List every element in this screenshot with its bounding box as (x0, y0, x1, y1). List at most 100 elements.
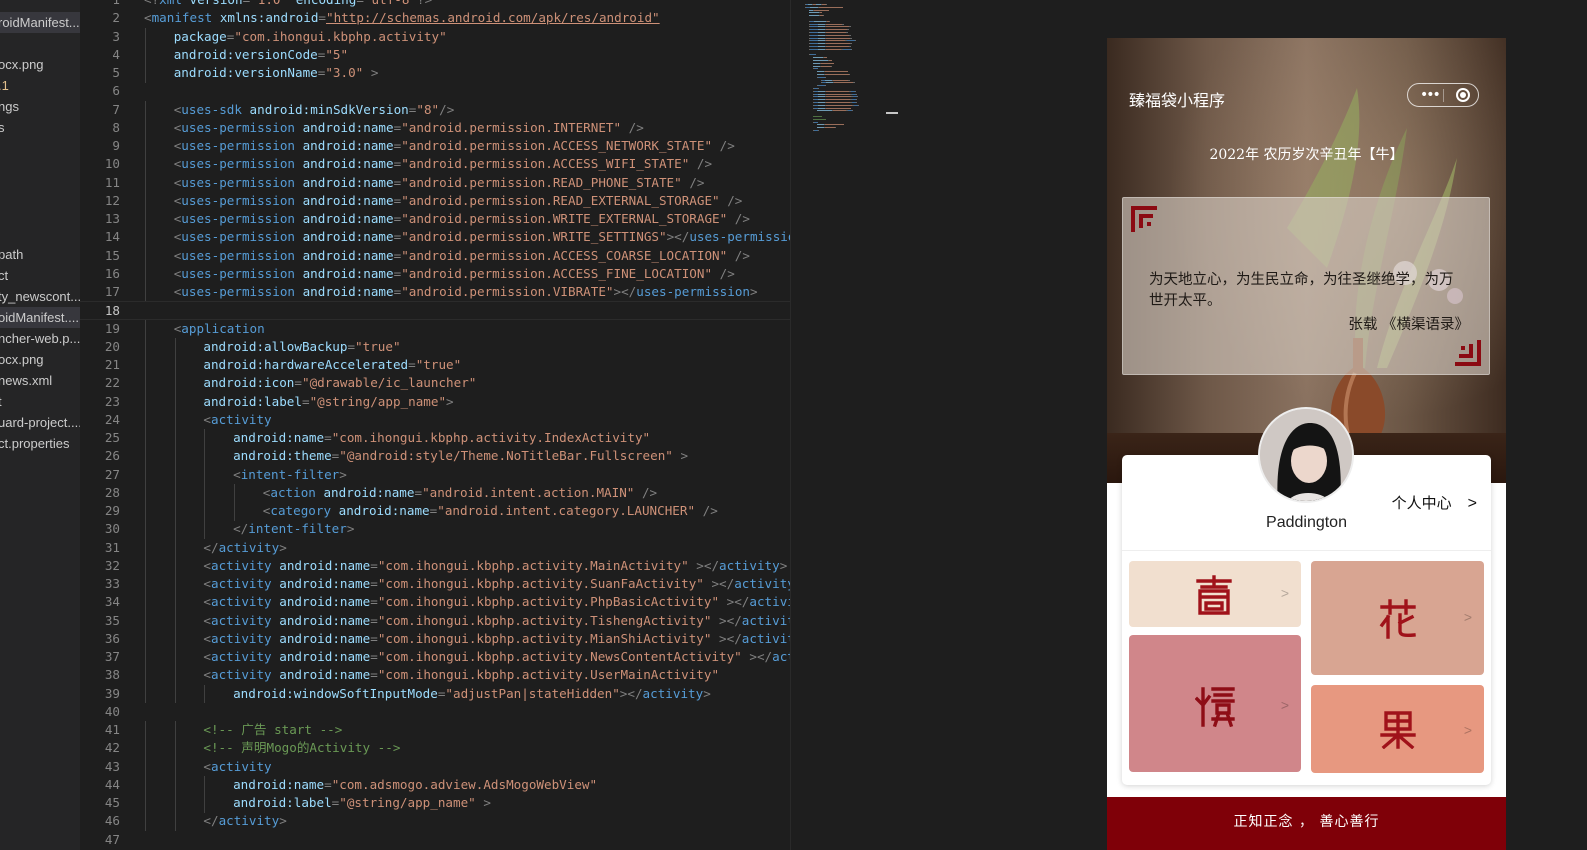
code-token: "http://schemas.android.com/apk/res/andr… (326, 10, 660, 26)
explorer-file-item[interactable]: ncher-web.p... (0, 328, 80, 349)
code-line[interactable]: 18 (80, 301, 790, 320)
code-line[interactable]: 13 <uses-permission android:name="android… (80, 210, 790, 229)
minimap-mark (835, 127, 836, 129)
indent-guide (145, 118, 146, 138)
code-line[interactable]: 38 <activity android:name="com.ihongui.kb… (80, 666, 790, 685)
explorer-file-item[interactable]: news.xml (0, 370, 80, 391)
explorer-file-item[interactable]: ocx.png (0, 349, 80, 370)
code-line[interactable]: 21 android:hardwareAccelerated="true" (80, 356, 790, 375)
code-line[interactable]: 2 <manifest xmlns:android="http://schemas… (80, 9, 790, 28)
code-token: /> (712, 138, 735, 153)
explorer-file-item[interactable]: ct (0, 265, 80, 286)
code-line[interactable]: 4 android:versionCode="5" (80, 45, 790, 65)
explorer-file-item[interactable]: ct.properties (0, 433, 80, 454)
line-number: 16 (104, 265, 120, 281)
code-line[interactable]: 32 <activity android:name="com.ihongui.kb… (80, 556, 790, 576)
code-token: < (203, 667, 211, 683)
mini-program-capsule[interactable]: ••• (1407, 83, 1479, 107)
code-token: encoding (288, 0, 357, 7)
code-token: "com.adsmogo.adview.AdsMogoWebView" (331, 776, 598, 792)
minimap-mark (810, 54, 816, 56)
code-line[interactable]: 27 <intent-filter> (80, 465, 790, 484)
tile-hua[interactable]: > (1311, 561, 1484, 675)
code-token: > (446, 393, 454, 409)
code-line[interactable]: 33 <activity android:name="com.ihongui.kb… (80, 575, 790, 594)
code-line[interactable]: 5 android:versionName="3.0" > (80, 64, 790, 83)
code-line[interactable]: 8 <uses-permission android:name="android.… (80, 118, 790, 138)
code-line[interactable]: 25 android:name="com.ihongui.kbphp.activi… (80, 429, 790, 448)
tile-guo[interactable]: > (1311, 685, 1484, 773)
explorer-file-item[interactable]: roidManifest... (0, 12, 80, 33)
code-token: "@string/app_name" (339, 795, 476, 810)
code-line[interactable]: 6 (80, 82, 790, 101)
code-line[interactable]: 24 <activity (80, 410, 790, 430)
code-line[interactable]: 7 <uses-sdk android:minSdkVersion="8"/> (80, 100, 790, 119)
indent-guide (145, 191, 146, 211)
code-line[interactable]: 3 package="com.ihongui.kbphp.activity" (80, 27, 790, 46)
tile-deng[interactable]: > (1129, 635, 1301, 772)
personal-center-link[interactable]: 个人中心 > (1392, 492, 1477, 513)
code-line[interactable]: 34 <activity android:name="com.ihongui.kb… (80, 593, 790, 612)
code-line[interactable]: 47 (80, 831, 790, 850)
minimap-mark (809, 12, 819, 14)
explorer-file-item[interactable]: .1 (0, 75, 80, 96)
code-line[interactable]: 37 <activity android:name="com.ihongui.kb… (80, 648, 790, 667)
code-line[interactable]: 15 <uses-permission android:name="android… (80, 246, 790, 265)
explorer-file-item[interactable]: ocx.png (0, 54, 80, 75)
indent-guide (145, 319, 146, 338)
explorer-file-item[interactable]: ngs (0, 96, 80, 117)
explorer-file-item[interactable]: oidManifest.... (0, 307, 80, 328)
code-line[interactable]: 46 </activity> (80, 812, 790, 831)
code-line[interactable]: 20 android:allowBackup="true" (80, 337, 790, 357)
code-line[interactable]: 9 <uses-permission android:name="android.… (80, 137, 790, 156)
code-line[interactable]: 19 <application (80, 319, 790, 338)
code-line[interactable]: 26 android:theme="@android:style/Theme.No… (80, 447, 790, 466)
indent-guide (145, 593, 146, 612)
code-line[interactable]: 30 </intent-filter> (80, 520, 790, 539)
code-line[interactable]: 12 <uses-permission android:name="android… (80, 191, 790, 211)
target-circle-icon[interactable] (1456, 88, 1470, 102)
code-line[interactable]: 28 <action android:name="android.intent.a… (80, 483, 790, 503)
code-line[interactable]: 11 <uses-permission android:name="android… (80, 173, 790, 192)
tile-xiang[interactable]: > (1129, 561, 1301, 627)
code-line[interactable]: 22 android:icon="@drawable/ic_launcher" (80, 374, 790, 393)
code-line[interactable]: 16 <uses-permission android:name="android… (80, 264, 790, 284)
code-token: android:name (295, 247, 394, 263)
indent-guide (174, 465, 176, 484)
code-line[interactable]: 14 <uses-permission android:name="android… (80, 228, 790, 247)
code-line[interactable]: 42 <!-- 声明Mogo的Activity --> (80, 739, 790, 758)
minimap-mark (826, 96, 851, 98)
code-line[interactable]: 41 <!-- 广告 start --> (80, 721, 790, 740)
code-line[interactable]: 31 </activity> (80, 538, 790, 557)
code-line[interactable]: 1<?xml version="1.0" encoding="utf-8"?> (80, 0, 790, 10)
code-line[interactable]: 35 <activity android:name="com.ihongui.kb… (80, 611, 790, 630)
minimap[interactable] (790, 0, 899, 850)
code-line[interactable]: 44 android:name="com.adsmogo.adview.AdsMo… (80, 775, 790, 795)
explorer-file-item[interactable]: uard-project.... (0, 412, 80, 433)
code-token: activity (210, 758, 272, 774)
code-line[interactable]: 45 android:label="@string/app_name" > (80, 794, 790, 813)
minimap-mark (818, 96, 825, 98)
indent-guide (174, 629, 176, 649)
line-number: 30 (104, 521, 120, 537)
explorer-file-item[interactable]: ty_newscont... (0, 286, 80, 307)
line-number: 2 (112, 10, 120, 26)
code-line[interactable]: 10 <uses-permission android:name="android… (80, 155, 790, 174)
indent-guide (145, 629, 146, 649)
avatar[interactable] (1258, 407, 1354, 503)
code-line[interactable]: 23 android:label="@string/app_name"> (80, 392, 790, 411)
code-line[interactable]: 36 <activity android:name="com.ihongui.kb… (80, 629, 790, 649)
code-token: uses-permission (181, 119, 296, 135)
explorer-file-item[interactable]: path (0, 244, 80, 265)
code-line[interactable]: 29 <category android:name="android.intent… (80, 502, 790, 521)
more-dots-icon[interactable]: ••• (1420, 88, 1441, 102)
code-line[interactable]: 43 <activity (80, 757, 790, 776)
code-line[interactable]: 17 <uses-permission android:name="android… (80, 283, 790, 302)
code-line[interactable]: 39 android:windowSoftInputMode="adjustPan… (80, 684, 790, 703)
explorer-file-item[interactable]: t (0, 391, 80, 412)
explorer-file-item[interactable]: s (0, 117, 80, 138)
code-editor[interactable]: 1<?xml version="1.0" encoding="utf-8"?>2… (80, 0, 790, 850)
line-number: 35 (104, 612, 120, 628)
minimap-mark (829, 20, 830, 22)
code-line[interactable]: 40 (80, 703, 790, 722)
